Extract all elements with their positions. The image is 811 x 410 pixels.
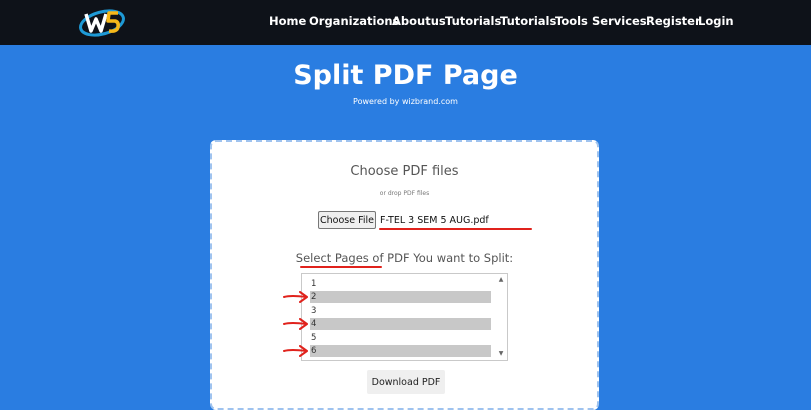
nav-tutorials-2[interactable]: Tutorials — [500, 14, 556, 28]
red-arrow-icon — [283, 318, 308, 330]
download-pdf-button[interactable]: Download PDF — [367, 370, 445, 394]
nav-home[interactable]: Home — [269, 14, 306, 28]
page-subtitle: Powered by wizbrand.com — [353, 97, 458, 106]
nav-login[interactable]: Login — [698, 14, 734, 28]
page-select-list[interactable]: 1 2 3 4 5 6 ▲ ▼ — [301, 273, 508, 361]
drop-hint: or drop PDF files — [379, 190, 430, 197]
nav-register[interactable]: Register — [646, 14, 701, 28]
page-option-4[interactable]: 4 — [310, 318, 491, 330]
selected-file-name: F-TEL 3 SEM 5 AUG.pdf — [380, 215, 489, 226]
upload-title: Choose PDF files — [350, 164, 459, 179]
page-option-6[interactable]: 6 — [310, 345, 491, 357]
page-option-3[interactable]: 3 — [310, 305, 491, 317]
nav-tutorials[interactable]: Tutorials — [445, 14, 501, 28]
scroll-up-icon[interactable]: ▲ — [497, 276, 505, 284]
red-arrow-icon — [283, 345, 308, 357]
select-pages-label: Select Pages of PDF You want to Split: — [295, 251, 514, 265]
file-name-underline-annotation — [379, 228, 532, 230]
page-option-5[interactable]: 5 — [310, 332, 491, 344]
choose-file-button[interactable]: Choose File — [318, 211, 376, 229]
nav-services[interactable]: Services — [592, 14, 647, 28]
label-underline-annotation — [300, 266, 382, 268]
navbar: Home Organizations Aboutus Tutorials Tut… — [0, 0, 811, 45]
nav-aboutus[interactable]: Aboutus — [392, 14, 446, 28]
scroll-down-icon[interactable]: ▼ — [497, 350, 505, 358]
page-title: Split PDF Page — [293, 60, 518, 91]
nav-tools[interactable]: Tools — [555, 14, 588, 28]
nav-menu: Home Organizations Aboutus Tutorials Tut… — [0, 0, 811, 45]
upload-card[interactable]: Choose PDF files or drop PDF files Choos… — [210, 140, 599, 410]
page-option-2[interactable]: 2 — [310, 291, 491, 303]
red-arrow-icon — [283, 291, 308, 303]
page-option-1[interactable]: 1 — [310, 278, 491, 290]
nav-organizations[interactable]: Organizations — [309, 14, 399, 28]
